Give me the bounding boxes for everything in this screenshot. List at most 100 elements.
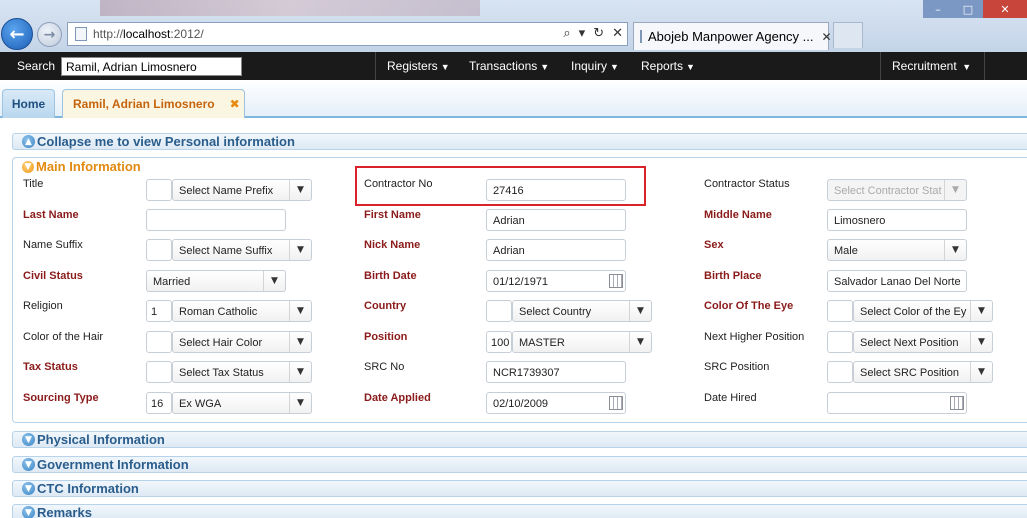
menu-recruitment[interactable]: Recruitment ▼ xyxy=(892,59,971,73)
first-name-field[interactable]: Adrian xyxy=(486,209,626,231)
chevron-down-icon: ▼ xyxy=(289,301,311,321)
chevron-down-icon: ▼ xyxy=(970,362,992,382)
src-position-code-field[interactable] xyxy=(827,361,853,383)
sourcing-type-label: Sourcing Type xyxy=(23,392,99,404)
contractor-status-select[interactable]: Select Contractor Stat ▼ xyxy=(827,179,967,201)
country-select[interactable]: Select Country ▼ xyxy=(512,300,652,322)
hair-color-code-field[interactable] xyxy=(146,331,172,353)
birth-place-label: Birth Place xyxy=(704,270,762,282)
app-tabstrip: Home Ramil, Adrian Limosnero ✖ xyxy=(0,80,1027,118)
religion-label: Religion xyxy=(23,300,63,312)
page-icon xyxy=(75,27,87,41)
tax-status-code-field[interactable] xyxy=(146,361,172,383)
date-applied-field[interactable]: 02/10/2009 xyxy=(486,392,626,414)
panel-physical[interactable]: ▼ Physical Information xyxy=(12,431,1027,448)
name-suffix-code-field[interactable] xyxy=(146,239,172,261)
nick-name-label: Nick Name xyxy=(364,239,421,251)
chevron-down-icon: ▼ xyxy=(289,180,311,200)
next-position-code-field[interactable] xyxy=(827,331,853,353)
menu-registers[interactable]: Registers ▼ xyxy=(387,59,450,73)
tax-status-select[interactable]: Select Tax Status ▼ xyxy=(172,361,312,383)
panel-government[interactable]: ▼ Government Information xyxy=(12,456,1027,473)
close-window-icon[interactable]: ✕ xyxy=(983,0,1027,18)
app-menubar: Search Registers▼ Transactions▼ Inquiry▼… xyxy=(0,52,1027,80)
chevron-down-icon: ▼ xyxy=(944,240,966,260)
chevron-up-icon: ▲ xyxy=(22,135,35,148)
panel-ctc[interactable]: ▼ CTC Information xyxy=(12,480,1027,497)
maximize-icon[interactable]: □ xyxy=(953,0,983,18)
search-icon[interactable]: ⌕ xyxy=(563,26,570,41)
chevron-down-icon: ▼ xyxy=(22,506,35,518)
last-name-field[interactable] xyxy=(146,209,286,231)
search-label: Search xyxy=(17,59,56,73)
contractor-no-highlight xyxy=(355,166,646,206)
src-position-label: SRC Position xyxy=(704,361,770,373)
hair-color-select[interactable]: Select Hair Color ▼ xyxy=(172,331,312,353)
dropdown-icon[interactable]: ▾ xyxy=(579,26,586,41)
civil-status-select[interactable]: Married ▼ xyxy=(146,270,286,292)
menu-inquiry[interactable]: Inquiry ▼ xyxy=(571,59,619,73)
search-input[interactable] xyxy=(61,57,242,76)
birth-date-field[interactable]: 01/12/1971 xyxy=(486,270,626,292)
address-tools: ⌕ ▾ ↻ ✕ xyxy=(563,26,623,41)
stop-icon[interactable]: ✕ xyxy=(612,26,623,41)
back-button[interactable]: ← xyxy=(1,18,33,50)
address-url: http://localhost:2012/ xyxy=(93,27,204,41)
address-bar[interactable]: http://localhost:2012/ ⌕ ▾ ↻ ✕ xyxy=(67,22,628,46)
title-select[interactable]: Select Name Prefix ▼ xyxy=(172,179,312,201)
menu-reports[interactable]: Reports ▼ xyxy=(641,59,695,73)
religion-code-field[interactable]: 1 xyxy=(146,300,172,322)
name-suffix-select[interactable]: Select Name Suffix ▼ xyxy=(172,239,312,261)
src-no-field[interactable]: NCR1739307 xyxy=(486,361,626,383)
chevron-down-icon: ▼ xyxy=(289,393,311,413)
position-code-field[interactable]: 100 xyxy=(486,331,512,353)
sex-select[interactable]: Male ▼ xyxy=(827,239,967,261)
nick-name-field[interactable]: Adrian xyxy=(486,239,626,261)
arrow-left-icon: ← xyxy=(9,23,25,45)
country-code-field[interactable] xyxy=(486,300,512,322)
next-position-select[interactable]: Select Next Position ▼ xyxy=(853,331,993,353)
tab-contractor[interactable]: Ramil, Adrian Limosnero ✖ xyxy=(62,89,245,118)
calendar-icon[interactable] xyxy=(609,396,623,410)
tab-home[interactable]: Home xyxy=(2,89,55,118)
hair-color-label: Color of the Hair xyxy=(23,331,104,343)
chevron-down-icon: ▼ xyxy=(289,240,311,260)
menu-transactions[interactable]: Transactions ▼ xyxy=(469,59,549,73)
minimize-icon[interactable]: – xyxy=(923,0,953,18)
menu-divider xyxy=(984,52,985,80)
src-position-select[interactable]: Select SRC Position ▼ xyxy=(853,361,993,383)
middle-name-field[interactable]: Limosnero xyxy=(827,209,967,231)
panel-personal-collapse[interactable]: ▲ Collapse me to view Personal informati… xyxy=(12,133,1027,150)
sourcing-type-code-field[interactable]: 16 xyxy=(146,392,172,414)
panel-remarks[interactable]: ▼ Remarks xyxy=(12,504,1027,518)
position-label: Position xyxy=(364,331,408,343)
chevron-down-icon: ▼ xyxy=(686,62,695,72)
tax-status-label: Tax Status xyxy=(23,361,78,373)
chevron-down-icon: ▼ xyxy=(959,62,972,72)
position-select[interactable]: MASTER ▼ xyxy=(512,331,652,353)
eye-color-code-field[interactable] xyxy=(827,300,853,322)
birth-place-field[interactable]: Salvador Lanao Del Norte xyxy=(827,270,967,292)
tab-close-icon[interactable]: ✖ xyxy=(230,97,240,111)
chevron-down-icon: ▼ xyxy=(970,301,992,321)
date-hired-field[interactable] xyxy=(827,392,967,414)
browser-tab-active[interactable]: Abojeb Manpower Agency ... ✕ xyxy=(633,22,832,50)
browser-tab-close-icon[interactable]: ✕ xyxy=(822,30,832,44)
title-code-field[interactable] xyxy=(146,179,172,201)
refresh-icon[interactable]: ↻ xyxy=(593,26,604,41)
main-information-header[interactable]: ▼ Main Information xyxy=(22,159,145,174)
name-suffix-label: Name Suffix xyxy=(23,239,83,251)
new-tab-button[interactable] xyxy=(833,22,863,48)
forward-button[interactable]: → xyxy=(37,22,62,47)
calendar-icon[interactable] xyxy=(950,396,964,410)
religion-select[interactable]: Roman Catholic ▼ xyxy=(172,300,312,322)
menu-divider xyxy=(880,52,881,80)
chevron-down-icon: ▼ xyxy=(440,62,450,72)
eye-color-select[interactable]: Select Color of the Ey ▼ xyxy=(853,300,993,322)
calendar-icon[interactable] xyxy=(609,274,623,288)
first-name-label: First Name xyxy=(364,209,421,221)
sourcing-type-select[interactable]: Ex WGA ▼ xyxy=(172,392,312,414)
middle-name-label: Middle Name xyxy=(704,209,772,221)
background-window-strip xyxy=(100,0,480,16)
chevron-down-icon: ▼ xyxy=(263,271,285,291)
